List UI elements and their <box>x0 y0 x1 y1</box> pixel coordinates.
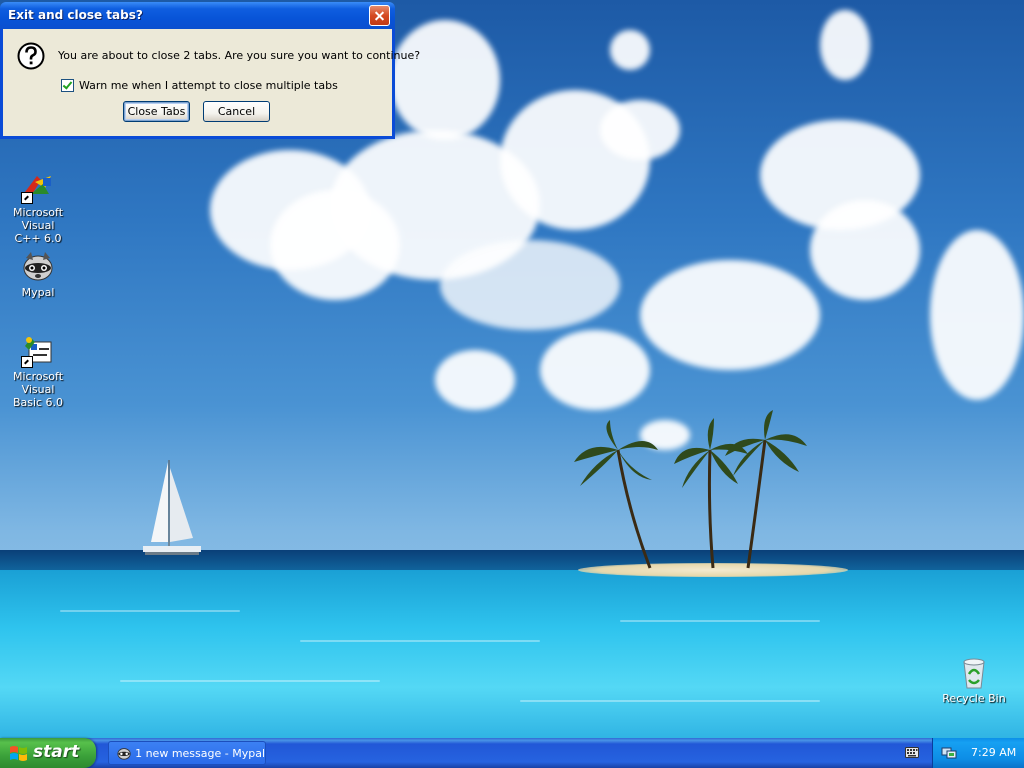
cloud <box>600 100 680 160</box>
cloud <box>610 30 650 70</box>
cloud <box>810 200 920 300</box>
wave <box>520 700 820 702</box>
desktop-icon-visual-basic[interactable]: Microsoft Visual Basic 6.0 <box>0 334 78 409</box>
clock[interactable]: 7:29 AM <box>971 746 1016 759</box>
dialog-titlebar[interactable]: Exit and close tabs? <box>0 2 395 29</box>
visual-basic-icon <box>21 334 55 368</box>
cloud <box>820 10 870 80</box>
cancel-button[interactable]: Cancel <box>203 101 270 122</box>
icon-label: Mypal <box>21 286 55 299</box>
system-tray: 7:29 AM <box>932 738 1024 768</box>
wave <box>300 640 540 642</box>
warn-checkbox-row: Warn me when I attempt to close multiple… <box>61 79 338 92</box>
start-button[interactable]: start <box>0 738 96 768</box>
icon-label-line2: C++ 6.0 <box>14 232 62 245</box>
cloud <box>435 350 515 410</box>
icon-label-line2: Basic 6.0 <box>12 396 64 409</box>
warn-checkbox-label[interactable]: Warn me when I attempt to close multiple… <box>79 79 338 92</box>
shortcut-arrow-icon <box>21 356 33 368</box>
keyboard-icon[interactable] <box>905 747 919 758</box>
icon-label: Recycle Bin <box>942 692 1006 705</box>
desktop-icon-recycle-bin[interactable]: Recycle Bin <box>934 656 1014 705</box>
palm-trees <box>574 410 807 569</box>
start-label: start <box>33 742 80 762</box>
windows-logo-icon <box>10 746 27 761</box>
wave <box>620 620 820 622</box>
cloud <box>930 230 1024 400</box>
cloud <box>390 20 500 140</box>
dialog-message: You are about to close 2 tabs. Are you s… <box>58 49 421 62</box>
mypal-icon <box>117 748 131 760</box>
taskbar-item-mypal[interactable]: 1 new message - Mypal <box>108 741 266 765</box>
warn-checkbox[interactable] <box>61 79 74 92</box>
mypal-icon <box>21 250 55 284</box>
dialog-title: Exit and close tabs? <box>8 8 143 22</box>
cloud <box>540 330 650 410</box>
desktop-icon-mypal[interactable]: Mypal <box>0 250 78 299</box>
dialog-body: You are about to close 2 tabs. Are you s… <box>3 29 420 136</box>
shortcut-arrow-icon <box>21 192 33 204</box>
wave <box>60 610 240 612</box>
cloud <box>440 240 620 330</box>
desktop-icon-visual-cpp[interactable]: Microsoft Visual C++ 6.0 <box>0 170 78 245</box>
taskbar: start 1 new message - Mypal 7:29 AM <box>0 738 1024 768</box>
close-tabs-button[interactable]: Close Tabs <box>123 101 190 122</box>
taskbar-item-label: 1 new message - Mypal <box>135 746 265 760</box>
recycle-bin-icon <box>957 656 991 690</box>
sailboat <box>143 460 201 555</box>
close-icon[interactable] <box>369 5 390 26</box>
question-icon <box>17 42 45 70</box>
exit-close-tabs-dialog: Exit and close tabs? You are about to cl… <box>0 2 420 139</box>
cloud <box>640 260 820 370</box>
network-icon[interactable] <box>941 745 957 761</box>
icon-label-line1: Microsoft Visual <box>12 206 64 232</box>
wave <box>120 680 380 682</box>
visual-cpp-icon <box>21 170 55 204</box>
sea <box>0 570 1024 738</box>
icon-label-line1: Microsoft Visual <box>12 370 64 396</box>
